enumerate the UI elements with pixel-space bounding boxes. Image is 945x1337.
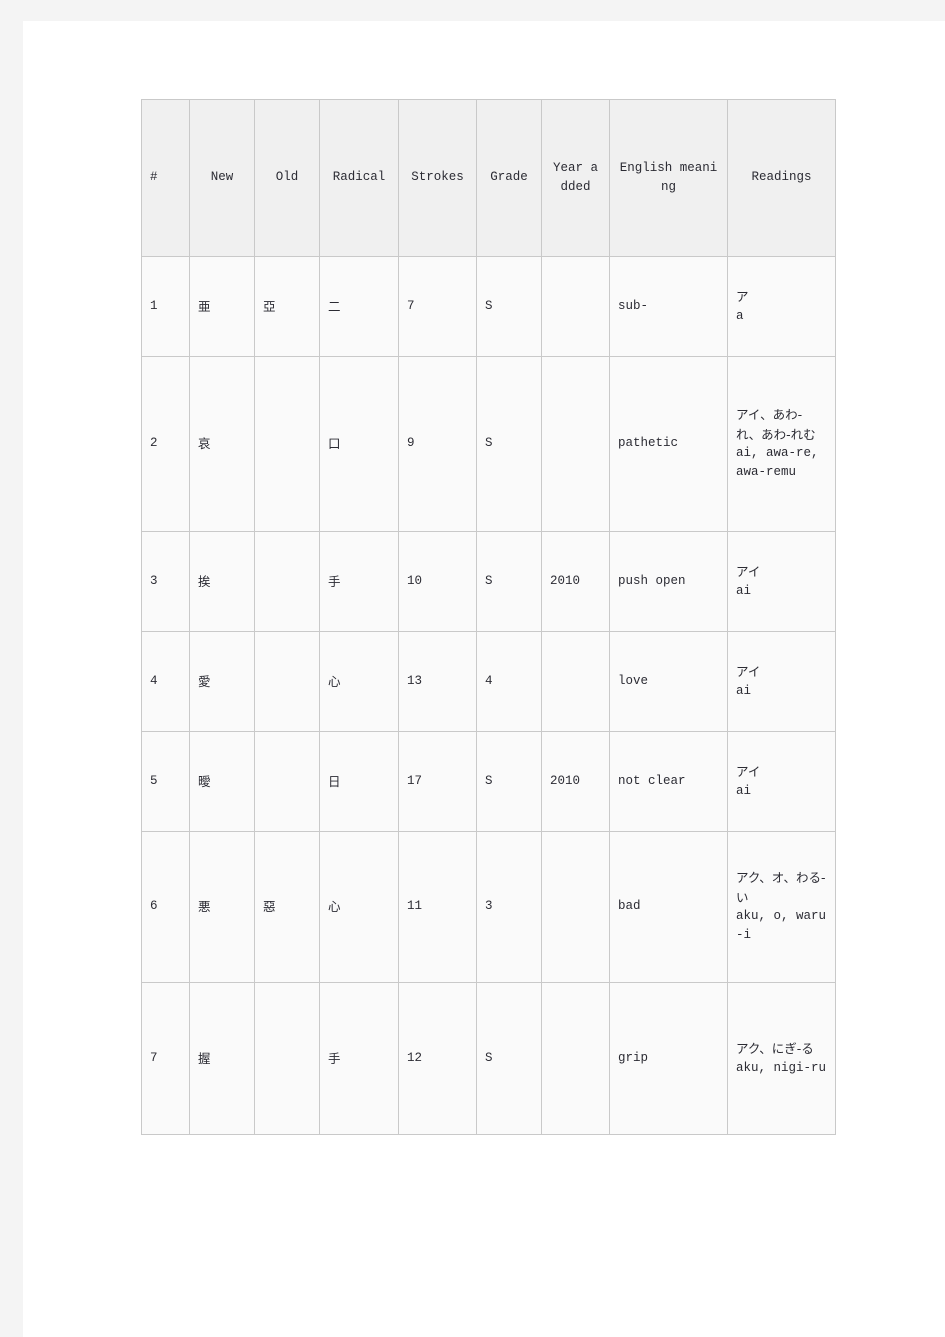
cell-old-form: 亞: [254, 256, 320, 357]
cell-year-added: 2010: [541, 731, 610, 832]
reading-kana: アイ: [736, 764, 761, 780]
table-body: 1 亜亞二 7 Ssub- ア a 2 哀口 9 Spathetic アイ、あわ-れ、あわ-れむ ai…: [141, 256, 836, 1135]
cell-readings: アイ ai: [727, 531, 836, 632]
cell-readings: アイ ai: [727, 731, 836, 832]
table-row: 7 握手 12 Sgrip アク、にぎ-る aku, nigi-ru: [141, 982, 836, 1135]
reading-romaji: ai: [736, 683, 752, 698]
cell-strokes: 11: [398, 831, 477, 983]
cell-year-added: 2010: [541, 531, 610, 632]
cell-radical: 心: [319, 631, 399, 732]
cell-year-added: [541, 356, 610, 532]
cell-english-meaning: sub-: [609, 256, 728, 357]
cell-readings: アイ、あわ-れ、あわ-れむ ai, awa-re, awa-remu: [727, 356, 836, 532]
reading-romaji: ai: [736, 783, 752, 798]
cell-english-meaning: bad: [609, 831, 728, 983]
cell-number: 1: [141, 256, 190, 357]
cell-strokes: 7: [398, 256, 477, 357]
cell-old-form: [254, 982, 320, 1135]
cell-strokes: 9: [398, 356, 477, 532]
cell-grade: S: [476, 731, 542, 832]
cell-number: 3: [141, 531, 190, 632]
column-header-english-meaning: English meaning: [609, 99, 728, 257]
column-header-new: New: [189, 99, 255, 257]
cell-old-form: 惡: [254, 831, 320, 983]
table-header: # New Old Radical Strokes Grade Year add…: [141, 99, 836, 257]
cell-new-form: 哀: [189, 356, 255, 532]
cell-radical: 心: [319, 831, 399, 983]
kanji-table: # New Old Radical Strokes Grade Year add…: [141, 99, 836, 1135]
table-row: 6 悪惡心 11 3 bad アク、オ、わる-い aku, o, waru-i: [141, 831, 836, 983]
document-page: # New Old Radical Strokes Grade Year add…: [23, 21, 945, 1337]
cell-grade: S: [476, 982, 542, 1135]
cell-number: 5: [141, 731, 190, 832]
cell-new-form: 悪: [189, 831, 255, 983]
table-row: 2 哀口 9 Spathetic アイ、あわ-れ、あわ-れむ ai, awa-re, aw…: [141, 356, 836, 532]
column-header-readings: Readings: [727, 99, 836, 257]
cell-radical: 口: [319, 356, 399, 532]
reading-kana: アイ、あわ-れ、あわ-れむ: [736, 407, 816, 442]
cell-english-meaning: not clear: [609, 731, 728, 832]
reading-romaji: a: [736, 308, 744, 323]
reading-kana: アイ: [736, 664, 761, 680]
cell-old-form: [254, 631, 320, 732]
cell-new-form: 挨: [189, 531, 255, 632]
cell-english-meaning: pathetic: [609, 356, 728, 532]
table-header-row: # New Old Radical Strokes Grade Year add…: [141, 99, 836, 257]
cell-strokes: 12: [398, 982, 477, 1135]
cell-radical: 手: [319, 982, 399, 1135]
cell-english-meaning: push open: [609, 531, 728, 632]
cell-year-added: [541, 256, 610, 357]
cell-number: 6: [141, 831, 190, 983]
cell-old-form: [254, 731, 320, 832]
cell-year-added: [541, 831, 610, 983]
cell-new-form: 曖: [189, 731, 255, 832]
cell-year-added: [541, 982, 610, 1135]
column-header-year-added: Year added: [541, 99, 610, 257]
cell-new-form: 愛: [189, 631, 255, 732]
cell-number: 2: [141, 356, 190, 532]
cell-grade: S: [476, 256, 542, 357]
cell-strokes: 10: [398, 531, 477, 632]
cell-grade: 4: [476, 631, 542, 732]
cell-strokes: 13: [398, 631, 477, 732]
column-header-old: Old: [254, 99, 320, 257]
cell-old-form: [254, 531, 320, 632]
cell-number: 7: [141, 982, 190, 1135]
cell-grade: S: [476, 531, 542, 632]
column-header-number: #: [141, 99, 190, 257]
cell-radical: 日: [319, 731, 399, 832]
reading-kana: アク、にぎ-る: [736, 1041, 814, 1057]
reading-kana: アイ: [736, 564, 761, 580]
cell-readings: アク、にぎ-る aku, nigi-ru: [727, 982, 836, 1135]
table-row: 5 曖日 17 S 2010 not clear アイ ai: [141, 731, 836, 832]
cell-grade: 3: [476, 831, 542, 983]
cell-old-form: [254, 356, 320, 532]
cell-english-meaning: grip: [609, 982, 728, 1135]
cell-year-added: [541, 631, 610, 732]
reading-kana: ア: [736, 289, 749, 305]
column-header-grade: Grade: [476, 99, 542, 257]
cell-english-meaning: love: [609, 631, 728, 732]
reading-kana: アク、オ、わる-い: [736, 870, 826, 905]
table-row: 1 亜亞二 7 Ssub- ア a: [141, 256, 836, 357]
cell-strokes: 17: [398, 731, 477, 832]
table-row: 3 挨手 10 S 2010 push open アイ ai: [141, 531, 836, 632]
column-header-strokes: Strokes: [398, 99, 477, 257]
reading-romaji: ai, awa-re, awa-remu: [736, 446, 819, 480]
reading-romaji: aku, nigi-ru: [736, 1060, 827, 1075]
cell-radical: 二: [319, 256, 399, 357]
cell-new-form: 亜: [189, 256, 255, 357]
cell-grade: S: [476, 356, 542, 532]
table-row: 4 愛心 13 4 love アイ ai: [141, 631, 836, 732]
cell-readings: アa: [727, 256, 836, 357]
cell-radical: 手: [319, 531, 399, 632]
cell-new-form: 握: [189, 982, 255, 1135]
reading-romaji: aku, o, waru-i: [736, 909, 827, 943]
cell-readings: アク、オ、わる-い aku, o, waru-i: [727, 831, 836, 983]
column-header-radical: Radical: [319, 99, 399, 257]
cell-readings: アイ ai: [727, 631, 836, 732]
cell-number: 4: [141, 631, 190, 732]
reading-romaji: ai: [736, 583, 752, 598]
